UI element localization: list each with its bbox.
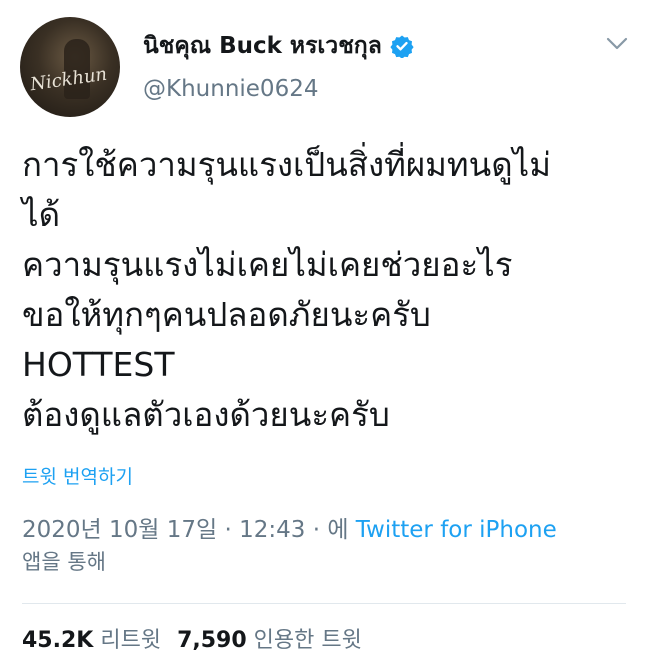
quotes-count: 7,590	[177, 628, 247, 653]
tweet-source-link[interactable]: Twitter for iPhone	[356, 517, 557, 543]
quotes-label: 인용한 트윗	[253, 628, 362, 653]
chevron-down-icon[interactable]	[604, 34, 630, 54]
retweets-label: 리트윗	[100, 628, 162, 653]
tweet-source-suffix: 앱을 통해	[22, 550, 106, 574]
tweet-text: การใช้ความรุนแรงเป็นสิ่งที่ผมทนดูไม่ ได้…	[22, 140, 632, 440]
retweets-count: 45.2K	[22, 628, 94, 653]
quote-tweets-stat[interactable]: 7,590 인용한 트윗	[177, 628, 362, 653]
tweet-line: การใช้ความรุนแรงเป็นสิ่งที่ผมทนดูไม่	[22, 145, 551, 184]
tweet-line: HOTTEST	[22, 345, 175, 384]
verified-badge-icon	[390, 35, 414, 58]
avatar[interactable]: Nickhun	[20, 17, 120, 117]
tweet-metadata: 2020년 10월 17일 · 12:43 · 에 Twitter for iP…	[22, 510, 557, 544]
tweet-line: ได้	[22, 195, 61, 234]
display-name-text: นิชคุณ Buck หรเวชกุล	[143, 33, 382, 59]
tweet-line: ความรุนแรงไม่เคยไม่เคยช่วยอะไร	[22, 245, 513, 284]
tweet-line: ขอให้ทุกๆคนปลอดภัยนะครับ	[22, 295, 431, 334]
retweets-stat[interactable]: 45.2K 리트윗	[22, 628, 161, 653]
divider	[22, 603, 626, 604]
tweet-stats: 45.2K 리트윗 7,590 인용한 트윗	[22, 622, 362, 654]
tweet-line: ต้องดูแลตัวเองด้วยนะครับ	[22, 395, 390, 434]
author-handle[interactable]: @Khunnie0624	[143, 76, 318, 102]
translate-tweet-link[interactable]: 트윗 번역하기	[22, 462, 133, 489]
author-display-name[interactable]: นิชคุณ Buck หรเวชกุล	[143, 28, 414, 64]
tweet-timestamp[interactable]: 2020년 10월 17일 · 12:43 · 에	[22, 517, 348, 543]
